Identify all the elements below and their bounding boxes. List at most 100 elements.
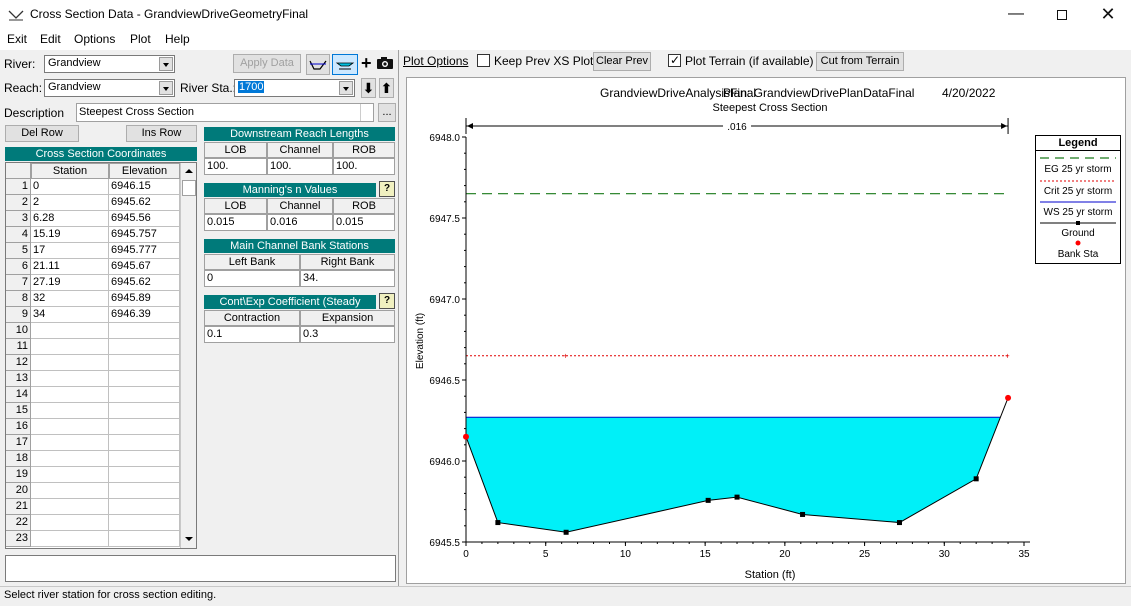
elevation-cell[interactable] <box>109 467 180 483</box>
station-cell[interactable] <box>31 371 109 387</box>
station-cell[interactable] <box>31 531 109 547</box>
row-number[interactable]: 16 <box>6 419 31 435</box>
row-number[interactable]: 7 <box>6 275 31 291</box>
close-icon[interactable]: ✕ <box>1085 0 1131 30</box>
elevation-cell[interactable] <box>109 339 180 355</box>
row-number[interactable]: 4 <box>6 227 31 243</box>
elevation-cell[interactable] <box>109 387 180 403</box>
row-number[interactable]: 8 <box>6 291 31 307</box>
station-cell[interactable]: 32 <box>31 291 109 307</box>
scroll-up-icon[interactable] <box>183 165 195 177</box>
river-select[interactable]: Grandview <box>44 55 175 73</box>
keep-prev-checkbox[interactable] <box>477 54 490 67</box>
elevation-cell[interactable] <box>109 355 180 371</box>
elevation-cell[interactable]: 6945.56 <box>109 211 180 227</box>
row-number[interactable]: 13 <box>6 371 31 387</box>
chevron-down-icon[interactable] <box>159 81 173 95</box>
water-surface-icon[interactable] <box>332 54 358 75</box>
station-cell[interactable]: 21.11 <box>31 259 109 275</box>
station-cell[interactable] <box>31 515 109 531</box>
station-cell[interactable] <box>31 403 109 419</box>
row-number[interactable]: 22 <box>6 515 31 531</box>
elevation-cell[interactable]: 6945.777 <box>109 243 180 259</box>
apply-data-button[interactable]: Apply Data <box>233 54 301 73</box>
station-cell[interactable] <box>31 355 109 371</box>
row-number[interactable]: 18 <box>6 451 31 467</box>
scroll-down-icon[interactable] <box>183 533 195 545</box>
station-cell[interactable]: 34 <box>31 307 109 323</box>
reach-lob-field[interactable]: 100. <box>204 158 267 175</box>
expansion-field[interactable]: 0.3 <box>300 326 395 343</box>
station-cell[interactable] <box>31 419 109 435</box>
reach-select[interactable]: Grandview <box>44 79 175 97</box>
row-number[interactable]: 17 <box>6 435 31 451</box>
station-cell[interactable] <box>31 323 109 339</box>
mannings-channel-field[interactable]: 0.016 <box>267 214 333 231</box>
elevation-cell[interactable] <box>109 483 180 499</box>
row-number[interactable]: 19 <box>6 467 31 483</box>
row-number[interactable]: 20 <box>6 483 31 499</box>
row-number[interactable]: 15 <box>6 403 31 419</box>
mannings-help-icon[interactable]: ? <box>379 181 395 197</box>
elevation-cell[interactable] <box>109 323 180 339</box>
menu-edit[interactable]: Edit <box>40 32 61 46</box>
elevation-cell[interactable]: 6945.62 <box>109 275 180 291</box>
station-cell[interactable] <box>31 339 109 355</box>
del-row-button[interactable]: Del Row <box>5 125 79 142</box>
right-bank-field[interactable]: 34. <box>300 270 395 287</box>
reach-rob-field[interactable]: 100. <box>333 158 395 175</box>
row-number[interactable]: 6 <box>6 259 31 275</box>
elevation-cell[interactable] <box>109 515 180 531</box>
elevation-cell[interactable] <box>109 451 180 467</box>
elevation-cell[interactable] <box>109 499 180 515</box>
row-number[interactable]: 9 <box>6 307 31 323</box>
arrow-up-icon[interactable]: ⬆ <box>379 78 394 98</box>
minimize-icon[interactable]: — <box>993 0 1039 30</box>
mannings-lob-field[interactable]: 0.015 <box>204 214 267 231</box>
row-number[interactable]: 10 <box>6 323 31 339</box>
chevron-down-icon[interactable] <box>159 57 173 71</box>
plot-options-link[interactable]: Plot Options <box>403 54 468 68</box>
ins-row-button[interactable]: Ins Row <box>126 125 197 142</box>
row-number[interactable]: 14 <box>6 387 31 403</box>
elevation-cell[interactable]: 6945.757 <box>109 227 180 243</box>
station-cell[interactable]: 27.19 <box>31 275 109 291</box>
station-cell[interactable]: 2 <box>31 195 109 211</box>
station-cell[interactable] <box>31 451 109 467</box>
scroll-thumb[interactable] <box>182 180 196 196</box>
description-scrollbar[interactable] <box>360 104 374 121</box>
camera-icon[interactable] <box>376 56 394 72</box>
row-number[interactable]: 23 <box>6 531 31 547</box>
row-number[interactable]: 11 <box>6 339 31 355</box>
elevation-cell[interactable] <box>109 371 180 387</box>
row-number[interactable]: 21 <box>6 499 31 515</box>
add-icon[interactable]: + <box>361 53 375 73</box>
station-cell[interactable] <box>31 483 109 499</box>
menu-exit[interactable]: Exit <box>7 32 27 46</box>
elevation-cell[interactable] <box>109 531 180 547</box>
description-field[interactable]: Steepest Cross Section <box>76 103 374 122</box>
mannings-rob-field[interactable]: 0.015 <box>333 214 395 231</box>
station-cell[interactable]: 0 <box>31 179 109 195</box>
plot-area[interactable]: GrandviewDriveAnalysisFinal Plan: Grandv… <box>406 77 1126 584</box>
row-number[interactable]: 12 <box>6 355 31 371</box>
station-cell[interactable] <box>31 467 109 483</box>
description-ellipsis-button[interactable]: ... <box>378 103 396 122</box>
cut-from-terrain-button[interactable]: Cut from Terrain <box>816 52 904 71</box>
chevron-down-icon[interactable] <box>339 81 353 95</box>
river-sta-select[interactable]: 1700 <box>234 79 355 97</box>
menu-plot[interactable]: Plot <box>130 32 151 46</box>
row-number[interactable]: 2 <box>6 195 31 211</box>
reach-channel-field[interactable]: 100. <box>267 158 333 175</box>
plot-terrain-checkbox[interactable] <box>668 53 681 67</box>
row-number[interactable]: 5 <box>6 243 31 259</box>
coefficients-help-icon[interactable]: ? <box>379 293 395 309</box>
station-cell[interactable]: 6.28 <box>31 211 109 227</box>
menu-help[interactable]: Help <box>165 32 190 46</box>
station-cell[interactable]: 17 <box>31 243 109 259</box>
elevation-cell[interactable] <box>109 419 180 435</box>
maximize-icon[interactable] <box>1039 0 1085 30</box>
station-cell[interactable] <box>31 499 109 515</box>
elevation-cell[interactable] <box>109 435 180 451</box>
elevation-cell[interactable]: 6945.62 <box>109 195 180 211</box>
